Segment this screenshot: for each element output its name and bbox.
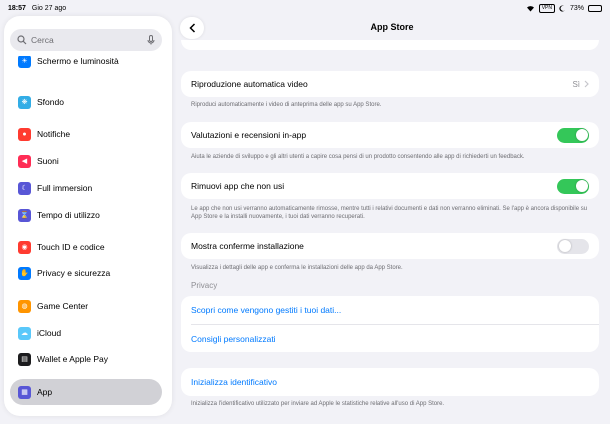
sidebar-item-label: iCloud <box>37 328 62 338</box>
sidebar-item-display[interactable]: ☀ Schermo e luminosità <box>10 56 162 68</box>
autoplay-value-group: Sì <box>572 80 589 89</box>
confirm-card: Mostra conferme installazione <box>181 233 599 259</box>
wifi-icon <box>526 5 534 11</box>
toggle-knob <box>558 240 571 252</box>
sidebar-item-label: Wallet e Apple Pay <box>37 354 109 364</box>
sidebar-item-tempo-di-utilizzo[interactable]: ⌛ Tempo di utilizzo <box>10 202 162 228</box>
bell-icon: ● <box>18 127 31 141</box>
sidebar-item-label: Full immersion <box>37 183 93 193</box>
search-field[interactable]: Cerca <box>10 29 162 51</box>
sidebar-item-label: Notifiche <box>37 129 71 139</box>
sidebar-item-label: Game Center <box>37 301 89 311</box>
privacy-card: Scopri come vengono gestiti i tuoi dati.… <box>181 296 599 352</box>
autoplay-card: Riproduzione automatica video Sì <box>181 71 599 97</box>
chevron-left-icon <box>188 23 195 33</box>
battery-icon <box>588 4 602 12</box>
sidebar-item-label: App <box>37 387 53 397</box>
back-button[interactable] <box>180 17 204 39</box>
sun-icon: ☀ <box>18 56 31 68</box>
moon-icon: ☾ <box>18 181 31 195</box>
microphone-icon[interactable] <box>147 35 155 45</box>
sidebar-item-game-center[interactable]: ◍ Game Center <box>10 293 162 319</box>
vpn-badge: VPN <box>538 3 555 13</box>
sidebar-item-wallet-e-apple-pay[interactable]: ▤ Wallet e Apple Pay <box>10 346 162 372</box>
offload-card: Rimuovi app che non usi <box>181 173 599 199</box>
page-title: App Store <box>370 22 414 32</box>
wallpaper-icon: ❋ <box>18 95 31 109</box>
offload-label: Rimuovi app che non usi <box>191 181 285 191</box>
chevron-right-icon <box>584 80 589 88</box>
identifier-note: Inizializza l'identificativo utilizzato … <box>191 401 445 407</box>
confirm-toggle[interactable] <box>557 238 589 254</box>
sidebar-item-label: Tempo di utilizzo <box>37 210 100 220</box>
toggle-knob <box>575 129 588 141</box>
search-icon <box>17 35 27 45</box>
status-date: Gio 27 ago <box>31 4 67 12</box>
battery-percent: 73% <box>569 4 584 12</box>
offload-toggle[interactable] <box>557 178 589 194</box>
speaker-icon: ◀ <box>18 154 31 168</box>
autoplay-row[interactable]: Riproduzione automatica video Sì <box>181 71 599 97</box>
ratings-toggle[interactable] <box>557 127 589 143</box>
privacy-data-link[interactable]: Scopri come vengono gestiti i tuoi dati.… <box>181 296 599 324</box>
sidebar-item-label: Privacy e sicurezza <box>37 268 111 278</box>
confirm-label: Mostra conferme installazione <box>191 241 304 251</box>
sidebar-item-label: Sfondo <box>37 97 64 107</box>
status-bar: 18:57 Gio 27 ago VPN 73% <box>0 0 610 16</box>
sidebar-item-suoni[interactable]: ◀ Suoni <box>10 148 162 174</box>
ratings-card: Valutazioni e recensioni in-app <box>181 122 599 148</box>
hourglass-icon: ⌛ <box>18 208 31 222</box>
ratings-note: Aiuta le aziende di sviluppo e gli altri… <box>191 154 525 160</box>
toggle-knob <box>575 180 588 192</box>
cloud-icon: ☁ <box>18 326 31 340</box>
confirm-row: Mostra conferme installazione <box>181 233 599 259</box>
identifier-card: Inizializza identificativo <box>181 368 599 396</box>
sidebar-item-notifiche[interactable]: ● Notifiche <box>10 121 162 147</box>
autoplay-label: Riproduzione automatica video <box>191 79 308 89</box>
fingerprint-icon: ◉ <box>18 240 31 254</box>
status-time: 18:57 <box>8 4 26 12</box>
personalized-recommendations-link[interactable]: Consigli personalizzati <box>181 325 599 352</box>
sidebar-item-label: Touch ID e codice <box>37 242 105 252</box>
sidebar-partial-row: ☀ Schermo e luminosità <box>10 56 162 68</box>
sidebar-item-app[interactable]: ▦ App <box>10 379 162 405</box>
moon-status-icon <box>559 5 565 12</box>
apps-icon: ▦ <box>18 385 31 399</box>
reset-identifier-link[interactable]: Inizializza identificativo <box>181 368 599 396</box>
sidebar-item-sfondo[interactable]: ❋ Sfondo <box>10 89 162 115</box>
wallet-icon: ▤ <box>18 352 31 366</box>
sidebar-item-icloud[interactable]: ☁ iCloud <box>10 320 162 346</box>
game-center-icon: ◍ <box>18 299 31 313</box>
sidebar-item-full-immersion[interactable]: ☾ Full immersion <box>10 175 162 201</box>
offload-row: Rimuovi app che non usi <box>181 173 599 199</box>
ratings-label: Valutazioni e recensioni in-app <box>191 130 307 140</box>
sidebar-item-touch-id-e-codice[interactable]: ◉ Touch ID e codice <box>10 234 162 260</box>
autoplay-note: Riproduci automaticamente i video di ant… <box>191 102 382 108</box>
hand-icon: ✋ <box>18 266 31 280</box>
previous-card-edge <box>181 40 599 50</box>
confirm-note: Visualizza i dettagli delle app e confer… <box>191 265 403 271</box>
offload-note: Le app che non usi verranno automaticame… <box>191 206 588 220</box>
sidebar-item-label: Suoni <box>37 156 59 166</box>
search-placeholder: Cerca <box>31 35 54 45</box>
sidebar-item-privacy-e-sicurezza[interactable]: ✋ Privacy e sicurezza <box>10 260 162 286</box>
status-right: VPN 73% <box>526 3 602 13</box>
ratings-row: Valutazioni e recensioni in-app <box>181 122 599 148</box>
sidebar-item-label: Schermo e luminosità <box>37 56 119 66</box>
privacy-section-header: Privacy <box>191 281 218 290</box>
autoplay-value: Sì <box>572 79 580 89</box>
